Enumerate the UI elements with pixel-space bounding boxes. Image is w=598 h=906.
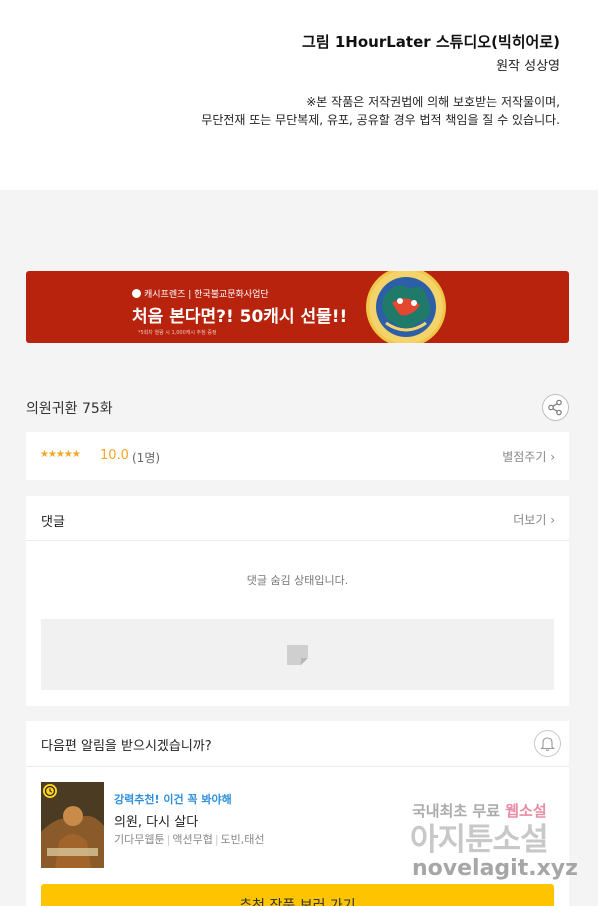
image-placeholder-icon: [287, 645, 308, 665]
recommended-work-thumbnail[interactable]: [41, 782, 104, 868]
rating-card: ★★★★★ 10.0 (1명) 별점주기 ›: [26, 432, 569, 480]
art-credit: 그림 1HourLater 스튜디오(빅히어로): [302, 33, 560, 51]
recommended-work-title[interactable]: 의원, 다시 살다: [114, 811, 198, 830]
notification-question: 다음편 알림을 받으시겠습니까?: [41, 739, 212, 754]
credits-section: 그림 1HourLater 스튜디오(빅히어로) 원작 성상영 ※본 작품은 저…: [0, 0, 598, 190]
meta-authors: 도빈,태선: [220, 833, 265, 846]
rating-stars: ★★★★★: [40, 449, 81, 460]
dragon-illustration-icon: [366, 271, 446, 343]
comments-hidden-message: 댓글 숨김 상태입니다.: [246, 574, 349, 587]
banner-brand: 캐시프렌즈 | 한국불교문화사업단: [132, 287, 269, 300]
site-watermark: 국내최초 무료 웹소설 아지툰소설 novelagit.xyz: [410, 800, 588, 892]
share-icon: [548, 399, 562, 416]
watermark-line3: novelagit.xyz: [412, 856, 578, 881]
banner-headline: 처음 본다면?! 50캐시 선물!!: [132, 307, 348, 327]
copyright-notice-line1: ※본 작품은 저작권법에 의해 보호받는 저작물이며,: [306, 95, 560, 109]
banner-fine-print: *5회차 열람 시 1,000캐시 추첨 증정: [138, 330, 217, 336]
recommended-work-meta: 기다무웹툰 | 액션무협 | 도빈,태선: [114, 833, 265, 846]
copyright-notice-line2: 무단전재 또는 무단복제, 유포, 공유할 경우 법적 책임을 질 수 있습니다…: [201, 113, 560, 127]
original-credit: 원작 성상영: [496, 59, 560, 74]
meta-category: 기다무웹툰: [114, 833, 165, 846]
rating-score: 10.0: [100, 448, 129, 463]
comments-more-link[interactable]: 더보기 ›: [513, 511, 555, 528]
brand-logo-icon: [132, 289, 141, 298]
share-button[interactable]: [542, 394, 569, 421]
meta-genre: 액션무협: [172, 833, 213, 846]
comments-header: 댓글 더보기 ›: [26, 496, 569, 541]
episode-title: 의원귀환 75화: [26, 401, 113, 417]
rating-count: (1명): [132, 451, 161, 465]
watermark-line2: 아지툰소설: [410, 822, 549, 858]
cover-art-icon: [41, 782, 104, 868]
notification-bell-button[interactable]: [534, 730, 561, 757]
bell-icon: [540, 737, 555, 752]
notification-divider: [26, 766, 569, 767]
promo-banner[interactable]: 캐시프렌즈 | 한국불교문화사업단 처음 본다면?! 50캐시 선물!! *5회…: [26, 271, 569, 343]
comments-title: 댓글: [41, 515, 65, 530]
comments-card: 댓글 더보기 › 댓글 숨김 상태입니다.: [26, 496, 569, 706]
rate-button[interactable]: 별점주기 ›: [502, 448, 555, 465]
comment-image-placeholder: [41, 619, 554, 690]
recommendation-tag: 강력추천! 이건 꼭 봐야해: [114, 793, 232, 806]
